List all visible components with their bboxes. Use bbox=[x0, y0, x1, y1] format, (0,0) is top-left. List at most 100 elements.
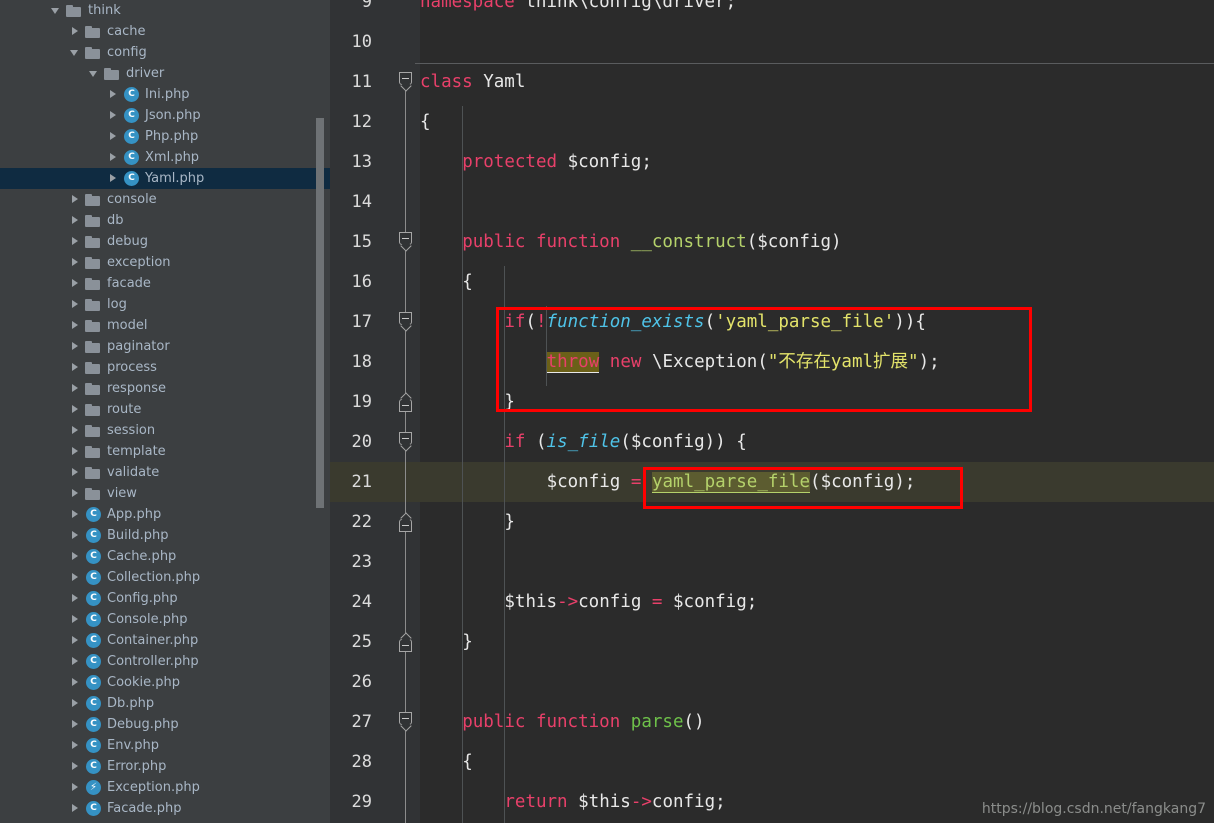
tree-item-build-php[interactable]: C Build.php bbox=[0, 525, 330, 546]
tree-item-facade[interactable]: facade bbox=[0, 273, 330, 294]
code-text[interactable]: $config = yaml_parse_file($config); bbox=[420, 462, 915, 502]
chevron-right-icon[interactable] bbox=[69, 21, 82, 42]
code-text[interactable]: throw new \Exception("不存在yaml扩展"); bbox=[420, 342, 940, 382]
chevron-right-icon[interactable] bbox=[69, 189, 82, 210]
chevron-right-icon[interactable] bbox=[69, 672, 82, 693]
chevron-right-icon[interactable] bbox=[69, 294, 82, 315]
tree-item-php-php[interactable]: C Php.php bbox=[0, 126, 330, 147]
chevron-right-icon[interactable] bbox=[107, 126, 120, 147]
tree-item-template[interactable]: template bbox=[0, 441, 330, 462]
tree-item-app-php[interactable]: C App.php bbox=[0, 504, 330, 525]
chevron-right-icon[interactable] bbox=[107, 147, 120, 168]
code-text[interactable]: if (is_file($config)) { bbox=[420, 422, 746, 462]
tree-item-json-php[interactable]: C Json.php bbox=[0, 105, 330, 126]
chevron-right-icon[interactable] bbox=[69, 777, 82, 798]
tree-item-cache[interactable]: cache bbox=[0, 21, 330, 42]
tree-item-controller-php[interactable]: C Controller.php bbox=[0, 651, 330, 672]
chevron-right-icon[interactable] bbox=[69, 651, 82, 672]
tree-item-debug[interactable]: debug bbox=[0, 231, 330, 252]
tree-item-config-php[interactable]: C Config.php bbox=[0, 588, 330, 609]
tree-item-session[interactable]: session bbox=[0, 420, 330, 441]
tree-item-exception-php[interactable]: Exception.php bbox=[0, 777, 330, 798]
tree-item-process[interactable]: process bbox=[0, 357, 330, 378]
tree-item-log[interactable]: log bbox=[0, 294, 330, 315]
chevron-right-icon[interactable] bbox=[69, 756, 82, 777]
code-text[interactable]: { bbox=[420, 742, 473, 782]
chevron-right-icon[interactable] bbox=[69, 210, 82, 231]
tree-item-model[interactable]: model bbox=[0, 315, 330, 336]
chevron-right-icon[interactable] bbox=[69, 252, 82, 273]
code-text[interactable]: $this->config = $config; bbox=[420, 582, 757, 622]
tree-item-paginator[interactable]: paginator bbox=[0, 336, 330, 357]
tree-item-config[interactable]: config bbox=[0, 42, 330, 63]
tree-item-cookie-php[interactable]: C Cookie.php bbox=[0, 672, 330, 693]
code-text[interactable]: } bbox=[420, 382, 515, 422]
chevron-right-icon[interactable] bbox=[107, 168, 120, 189]
code-line-11[interactable]: 11 class Yaml bbox=[330, 62, 1214, 102]
tree-item-facade-php[interactable]: C Facade.php bbox=[0, 798, 330, 819]
code-line-9[interactable]: 9 namespace think\config\driver; bbox=[330, 0, 1214, 22]
tree-item-db-php[interactable]: C Db.php bbox=[0, 693, 330, 714]
chevron-right-icon[interactable] bbox=[107, 84, 120, 105]
tree-item-error-php[interactable]: C Error.php bbox=[0, 756, 330, 777]
code-line-10[interactable]: 10 bbox=[330, 22, 1214, 62]
chevron-right-icon[interactable] bbox=[69, 693, 82, 714]
code-text[interactable]: } bbox=[420, 622, 473, 662]
tree-item-think[interactable]: think bbox=[0, 0, 330, 21]
chevron-right-icon[interactable] bbox=[69, 567, 82, 588]
tree-item-route[interactable]: route bbox=[0, 399, 330, 420]
code-text[interactable]: class Yaml bbox=[420, 62, 525, 102]
tree-item-collection-php[interactable]: C Collection.php bbox=[0, 567, 330, 588]
sidebar-scrollbar[interactable] bbox=[316, 118, 324, 508]
code-text[interactable]: return $this->config; bbox=[420, 782, 725, 822]
tree-item-exception[interactable]: exception bbox=[0, 252, 330, 273]
chevron-right-icon[interactable] bbox=[69, 714, 82, 735]
tree-item-cache-php[interactable]: C Cache.php bbox=[0, 546, 330, 567]
chevron-right-icon[interactable] bbox=[69, 735, 82, 756]
chevron-right-icon[interactable] bbox=[69, 357, 82, 378]
code-text[interactable]: protected $config; bbox=[420, 142, 652, 182]
chevron-right-icon[interactable] bbox=[69, 273, 82, 294]
tree-item-console[interactable]: console bbox=[0, 189, 330, 210]
chevron-right-icon[interactable] bbox=[69, 420, 82, 441]
tree-item-env-php[interactable]: C Env.php bbox=[0, 735, 330, 756]
chevron-right-icon[interactable] bbox=[69, 546, 82, 567]
chevron-right-icon[interactable] bbox=[69, 462, 82, 483]
tree-item-console-php[interactable]: C Console.php bbox=[0, 609, 330, 630]
tree-item-xml-php[interactable]: C Xml.php bbox=[0, 147, 330, 168]
tree-item-db[interactable]: db bbox=[0, 210, 330, 231]
tree-item-validate[interactable]: validate bbox=[0, 462, 330, 483]
code-text[interactable]: public function __construct($config) bbox=[420, 222, 841, 262]
tree-item-driver[interactable]: driver bbox=[0, 63, 330, 84]
tree-item-view[interactable]: view bbox=[0, 483, 330, 504]
tree-item-yaml-php[interactable]: C Yaml.php bbox=[0, 168, 330, 189]
tree-item-ini-php[interactable]: C Ini.php bbox=[0, 84, 330, 105]
chevron-down-icon[interactable] bbox=[88, 63, 101, 84]
code-text[interactable]: } bbox=[420, 502, 515, 542]
chevron-right-icon[interactable] bbox=[69, 315, 82, 336]
chevron-right-icon[interactable] bbox=[69, 525, 82, 546]
chevron-right-icon[interactable] bbox=[69, 609, 82, 630]
code-text[interactable]: { bbox=[420, 102, 431, 142]
chevron-right-icon[interactable] bbox=[69, 378, 82, 399]
chevron-right-icon[interactable] bbox=[69, 588, 82, 609]
code-text[interactable]: { bbox=[420, 262, 473, 302]
project-tree-panel[interactable]: think cache config driver C Ini.php C Json.php C… bbox=[0, 0, 330, 823]
tree-item-debug-php[interactable]: C Debug.php bbox=[0, 714, 330, 735]
chevron-right-icon[interactable] bbox=[69, 399, 82, 420]
code-text[interactable]: if(!function_exists('yaml_parse_file')){ bbox=[420, 302, 926, 342]
chevron-right-icon[interactable] bbox=[69, 231, 82, 252]
chevron-right-icon[interactable] bbox=[69, 441, 82, 462]
chevron-down-icon[interactable] bbox=[50, 0, 63, 21]
chevron-right-icon[interactable] bbox=[69, 798, 82, 819]
tree-item-container-php[interactable]: C Container.php bbox=[0, 630, 330, 651]
chevron-right-icon[interactable] bbox=[107, 105, 120, 126]
chevron-right-icon[interactable] bbox=[69, 504, 82, 525]
chevron-down-icon[interactable] bbox=[69, 42, 82, 63]
chevron-right-icon[interactable] bbox=[69, 483, 82, 504]
tree-item-response[interactable]: response bbox=[0, 378, 330, 399]
chevron-right-icon[interactable] bbox=[69, 630, 82, 651]
code-editor-panel[interactable]: 9 namespace think\config\driver; 10 11 class… bbox=[330, 0, 1214, 823]
chevron-right-icon[interactable] bbox=[69, 336, 82, 357]
code-text[interactable]: namespace think\config\driver; bbox=[420, 0, 736, 22]
